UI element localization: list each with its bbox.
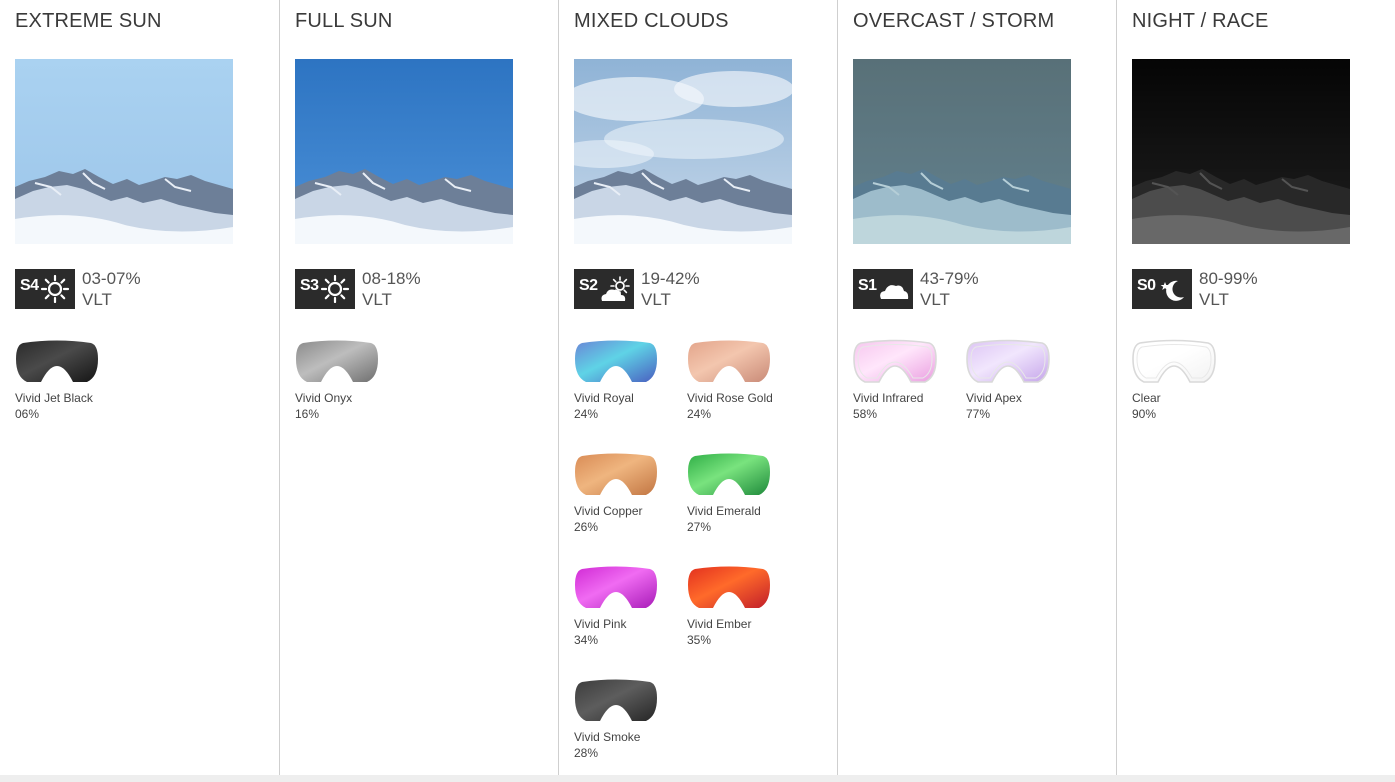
sun-icon bbox=[39, 274, 71, 304]
lens-name: Vivid Pink bbox=[574, 617, 627, 631]
vlt-range: 80-99% bbox=[1199, 269, 1258, 288]
lens-vlt: 28% bbox=[574, 746, 599, 760]
lens-item[interactable]: Vivid Smoke 28% bbox=[574, 678, 679, 778]
lens-item[interactable]: Vivid Rose Gold 24% bbox=[687, 339, 792, 439]
vlt-range: 19-42% bbox=[641, 269, 700, 288]
cloud-icon bbox=[877, 275, 909, 303]
lens-vlt: 58% bbox=[853, 407, 878, 421]
lens-name: Vivid Onyx bbox=[295, 391, 353, 405]
scene-image bbox=[853, 59, 1071, 244]
category-row: S1 43-79% VLT bbox=[853, 268, 979, 310]
category-code: S2 bbox=[579, 277, 598, 294]
lens-name: Clear bbox=[1132, 391, 1161, 405]
goggle-lens-icon bbox=[15, 339, 120, 385]
goggle-lens-icon bbox=[295, 339, 400, 385]
category-row: S2 19-42% VLT bbox=[574, 268, 700, 310]
goggle-lens-icon bbox=[574, 452, 679, 498]
column-title: EXTREME SUN bbox=[15, 10, 162, 32]
lens-name: Vivid Rose Gold bbox=[687, 391, 773, 405]
lens-name: Vivid Smoke bbox=[574, 730, 641, 744]
goggle-lens-icon bbox=[966, 339, 1071, 385]
vlt-label: VLT bbox=[362, 290, 392, 309]
lens-name: Vivid Infrared bbox=[853, 391, 924, 405]
vlt-label: VLT bbox=[920, 290, 950, 309]
category-badge: S3 bbox=[295, 269, 355, 309]
column-overcast-storm: OVERCAST / STORM S1 43-79% VLT Vivid Inf… bbox=[837, 0, 1116, 775]
lens-name: Vivid Emerald bbox=[687, 504, 761, 518]
sun-icon bbox=[319, 274, 351, 304]
vlt-range: 03-07% bbox=[82, 269, 141, 288]
category-code: S3 bbox=[300, 277, 319, 294]
category-code: S0 bbox=[1137, 277, 1156, 294]
goggle-lens-icon bbox=[687, 452, 792, 498]
scene-image bbox=[295, 59, 513, 244]
lens-item[interactable]: Vivid Jet Black 06% bbox=[15, 339, 120, 439]
lens-vlt: 34% bbox=[574, 633, 599, 647]
lens-name: Vivid Copper bbox=[574, 504, 643, 518]
lens-guide: EXTREME SUN S4 03-07% VLT Vivid Jet Blac… bbox=[0, 0, 1395, 775]
goggle-lens-icon bbox=[574, 565, 679, 611]
lens-item[interactable]: Vivid Ember 35% bbox=[687, 565, 792, 665]
moon-star-icon bbox=[1156, 275, 1188, 303]
vlt-label: VLT bbox=[641, 290, 671, 309]
scene-image bbox=[574, 59, 792, 244]
vlt-label: VLT bbox=[1199, 290, 1229, 309]
lens-vlt: 77% bbox=[966, 407, 991, 421]
bottom-scrollbar-strip bbox=[0, 775, 1395, 782]
column-extreme-sun: EXTREME SUN S4 03-07% VLT Vivid Jet Blac… bbox=[0, 0, 279, 775]
category-row: S0 80-99% VLT bbox=[1132, 268, 1258, 310]
lens-item[interactable]: Vivid Infrared 58% bbox=[853, 339, 958, 439]
lens-item[interactable]: Clear 90% bbox=[1132, 339, 1237, 439]
lens-item[interactable]: Vivid Royal 24% bbox=[574, 339, 679, 439]
vlt-range: 08-18% bbox=[362, 269, 421, 288]
goggle-lens-icon bbox=[574, 339, 679, 385]
vlt-label: VLT bbox=[82, 290, 112, 309]
lens-vlt: 35% bbox=[687, 633, 712, 647]
goggle-lens-icon bbox=[853, 339, 958, 385]
column-title: FULL SUN bbox=[295, 10, 393, 32]
lens-vlt: 26% bbox=[574, 520, 599, 534]
lens-item[interactable]: Vivid Apex 77% bbox=[966, 339, 1071, 439]
lens-name: Vivid Jet Black bbox=[15, 391, 93, 405]
goggle-lens-icon bbox=[687, 339, 792, 385]
column-title: NIGHT / RACE bbox=[1132, 10, 1269, 32]
lens-vlt: 06% bbox=[15, 407, 40, 421]
column-title: OVERCAST / STORM bbox=[853, 10, 1055, 32]
lens-item[interactable]: Vivid Emerald 27% bbox=[687, 452, 792, 552]
lens-vlt: 16% bbox=[295, 407, 320, 421]
lens-vlt: 27% bbox=[687, 520, 712, 534]
category-row: S3 08-18% VLT bbox=[295, 268, 421, 310]
column-title: MIXED CLOUDS bbox=[574, 10, 729, 32]
lens-name: Vivid Ember bbox=[687, 617, 752, 631]
goggle-lens-icon bbox=[1132, 339, 1237, 385]
goggle-lens-icon bbox=[574, 678, 679, 724]
column-night-race: NIGHT / RACE S0 80-99% VLT Clear 90% bbox=[1116, 0, 1395, 775]
category-badge: S4 bbox=[15, 269, 75, 309]
category-badge: S0 bbox=[1132, 269, 1192, 309]
scene-image bbox=[1132, 59, 1350, 244]
category-row: S4 03-07% VLT bbox=[15, 268, 141, 310]
column-full-sun: FULL SUN S3 08-18% VLT Vivid Onyx 16% bbox=[279, 0, 558, 775]
lens-name: Vivid Royal bbox=[574, 391, 634, 405]
lens-vlt: 24% bbox=[687, 407, 712, 421]
lens-item[interactable]: Vivid Pink 34% bbox=[574, 565, 679, 665]
lens-item[interactable]: Vivid Copper 26% bbox=[574, 452, 679, 552]
category-code: S1 bbox=[858, 277, 877, 294]
goggle-lens-icon bbox=[687, 565, 792, 611]
category-badge: S2 bbox=[574, 269, 634, 309]
scene-image bbox=[15, 59, 233, 244]
lens-name: Vivid Apex bbox=[966, 391, 1022, 405]
vlt-range: 43-79% bbox=[920, 269, 979, 288]
lens-vlt: 24% bbox=[574, 407, 599, 421]
column-mixed-clouds: MIXED CLOUDS S2 19-42% VLT Vivid Royal 24… bbox=[558, 0, 837, 775]
lens-item[interactable]: Vivid Onyx 16% bbox=[295, 339, 400, 439]
lens-vlt: 90% bbox=[1132, 407, 1157, 421]
category-code: S4 bbox=[20, 277, 39, 294]
sun-cloud-icon bbox=[598, 275, 630, 303]
category-badge: S1 bbox=[853, 269, 913, 309]
